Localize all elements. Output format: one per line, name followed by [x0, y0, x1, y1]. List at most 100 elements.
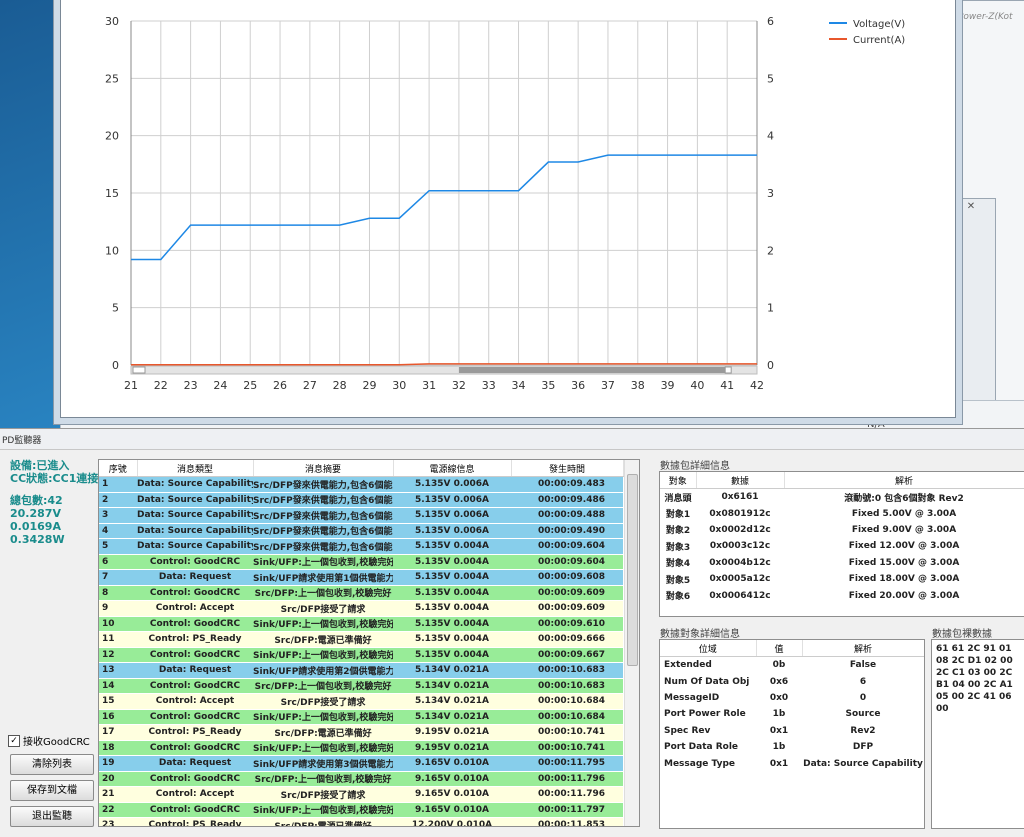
table-row[interactable]: 9 Control: Accept Src/DFP接受了請求 5.135V 0.004… — [99, 600, 623, 617]
object-field: MessageID — [664, 692, 720, 703]
row-power-info: 5.134V 0.021A — [393, 662, 511, 679]
object-parse: 0 — [859, 692, 867, 703]
row-message-type: Control: PS_Ready — [137, 817, 253, 826]
table-row[interactable]: 11 Control: PS_Ready Src/DFP:電源已準備好 5.135V … — [99, 631, 623, 648]
scrollbar-thumb[interactable] — [627, 474, 638, 666]
table-row[interactable]: 10 Control: GoodCRC Sink/UFP:上一個包收到,校驗完好 5.… — [99, 616, 623, 632]
exit-monitor-button[interactable]: 退出監聽 — [10, 806, 94, 827]
row-power-info: 5.135V 0.004A — [393, 554, 511, 570]
object-value: 0x1 — [769, 725, 789, 736]
x-tick-label: 26 — [273, 379, 287, 392]
table-row[interactable]: 23 Control: PS_Ready Src/DFP:電源已準備好 12.200V… — [99, 817, 623, 826]
table-row[interactable]: 14 Control: GoodCRC Src/DFP:上一個包收到,校驗完好 5.1… — [99, 678, 623, 694]
row-index: 14 — [99, 678, 137, 694]
cc-status: CC狀態:CC1連接 — [10, 472, 99, 485]
save-to-file-button[interactable]: 保存到文檔 — [10, 780, 94, 801]
packet-parse: Fixed 20.00V @ 3.00A — [848, 590, 960, 601]
table-row[interactable]: 16 Control: GoodCRC Sink/UFP:上一個包收到,校驗完好 5.… — [99, 709, 623, 725]
row-power-info: 5.134V 0.021A — [393, 709, 511, 725]
object-field: Port Power Role — [664, 709, 746, 720]
row-index: 13 — [99, 662, 137, 679]
object-field: Port Data Role — [664, 742, 739, 753]
column-header[interactable]: 消息類型 — [137, 460, 254, 477]
row-power-info: 5.134V 0.021A — [393, 693, 511, 710]
row-index: 9 — [99, 600, 137, 617]
table-row[interactable]: 21 Control: Accept Src/DFP接受了請求 9.165V 0.01… — [99, 786, 623, 803]
row-message-type: Control: GoodCRC — [137, 740, 253, 756]
row-message-type: Data: Source Capability — [137, 523, 253, 539]
table-row[interactable]: 2 Data: Source Capability Src/DFP發來供電能力,包含… — [99, 492, 623, 508]
table-row[interactable]: 12 Control: GoodCRC Sink/UFP:上一個包收到,校驗完好 5.… — [99, 647, 623, 663]
x-tick-label: 42 — [750, 379, 764, 392]
row-time: 00:00:10.684 — [511, 709, 623, 725]
y2-tick-label: 1 — [767, 302, 774, 315]
chart-scrollbar-thumb[interactable] — [458, 367, 728, 373]
table-row[interactable]: 1 Data: Source Capability Src/DFP發來供電能力,包含… — [99, 476, 623, 493]
row-time: 00:00:10.741 — [511, 740, 623, 756]
row-time: 00:00:09.483 — [511, 476, 623, 493]
column-header[interactable]: 消息摘要 — [253, 460, 394, 477]
table-row[interactable]: 8 Control: GoodCRC Src/DFP:上一個包收到,校驗完好 5.13… — [99, 585, 623, 601]
accept-goodcrc-checkbox[interactable]: ✓ 接收GoodCRC — [8, 733, 90, 748]
monitor-title: PD監聽器 — [2, 436, 42, 446]
table-row[interactable]: 4 Data: Source Capability Src/DFP發來供電能力,包含… — [99, 523, 623, 539]
row-message-summary: Src/DFP:電源已準備好 — [253, 631, 393, 648]
message-table: 序號 消息類型 消息摘要 電源線信息 發生時間 1 Data: Source Capabi… — [99, 460, 624, 826]
row-index: 8 — [99, 585, 137, 601]
table-row[interactable]: 20 Control: GoodCRC Src/DFP:上一個包收到,校驗完好 9.1… — [99, 771, 623, 787]
table-row[interactable]: 6 Control: GoodCRC Sink/UFP:上一個包收到,校驗完好 5.1… — [99, 554, 623, 570]
x-tick-label: 29 — [362, 379, 376, 392]
table-row[interactable]: 17 Control: PS_Ready Src/DFP:電源已準備好 9.195V … — [99, 724, 623, 741]
x-tick-label: 30 — [392, 379, 406, 392]
row-message-type: Data: Source Capability — [137, 507, 253, 524]
object-details-panel: 位域值解析 Extended 0b False Num Of Data Obj 0x6 6… — [659, 639, 925, 829]
x-tick-label: 27 — [303, 379, 317, 392]
object-parse: 6 — [859, 676, 867, 687]
row-message-summary: Src/DFP:上一個包收到,校驗完好 — [253, 678, 393, 694]
legend-label: Voltage(V) — [853, 19, 905, 30]
table-row[interactable]: 22 Control: GoodCRC Sink/UFP:上一個包收到,校驗完好 9.… — [99, 802, 623, 818]
chart-scrollbar-left-handle[interactable] — [132, 366, 146, 374]
object-value: 1b — [772, 742, 786, 753]
row-index: 23 — [99, 817, 137, 826]
table-row[interactable]: 18 Control: GoodCRC Sink/UFP:上一個包收到,校驗完好 9.… — [99, 740, 623, 756]
row-power-info: 5.135V 0.006A — [393, 523, 511, 539]
table-row[interactable]: 7 Data: Request Sink/UFP請求使用第1個供電能力 5.135V … — [99, 569, 623, 586]
checkbox-check-icon[interactable]: ✓ — [8, 734, 20, 747]
clear-list-button[interactable]: 清除列表 — [10, 754, 94, 775]
row-time: 00:00:11.795 — [511, 755, 623, 772]
row-power-info: 5.135V 0.004A — [393, 569, 511, 586]
packet-data: 0x0801912c — [709, 508, 771, 519]
voltage-readout: 20.287V — [10, 507, 61, 520]
packet-data: 0x0004b12c — [709, 557, 771, 568]
message-list-scrollbar[interactable] — [624, 460, 639, 826]
table-row[interactable]: 13 Data: Request Sink/UFP請求使用第2個供電能力 5.134V… — [99, 662, 623, 679]
column-header[interactable]: 電源線信息 — [393, 460, 512, 477]
row-power-info: 12.200V 0.010A — [393, 817, 511, 826]
row-message-summary: Sink/UFP:上一個包收到,校驗完好 — [253, 709, 393, 725]
table-row[interactable]: 5 Data: Source Capability Src/DFP發來供電能力,包含… — [99, 538, 623, 555]
row-power-info: 9.165V 0.010A — [393, 802, 511, 818]
row-index: 2 — [99, 492, 137, 508]
object-field: Extended — [664, 660, 712, 671]
close-icon[interactable]: ✕ — [963, 201, 979, 213]
table-row[interactable]: 19 Data: Request Sink/UFP請求使用第3個供電能力 9.165V… — [99, 755, 623, 772]
row-time: 00:00:09.666 — [511, 631, 623, 648]
column-header[interactable]: 發生時間 — [511, 460, 624, 477]
row-message-summary: Sink/UFP:上一個包收到,校驗完好 — [253, 554, 393, 570]
packet-data: 0x6161 — [721, 492, 759, 503]
table-row: 對象2 0x0002d12c Fixed 9.00V @ 3.00A — [660, 522, 1024, 538]
object-parse: Source — [845, 709, 881, 720]
row-message-summary: Src/DFP發來供電能力,包含6個能力 — [253, 492, 393, 508]
chart-scrollbar-right-handle[interactable] — [724, 366, 732, 374]
message-list[interactable]: 序號 消息類型 消息摘要 電源線信息 發生時間 1 Data: Source Capabi… — [98, 459, 640, 827]
row-power-info: 5.135V 0.004A — [393, 585, 511, 601]
row-power-info: 9.165V 0.010A — [393, 771, 511, 787]
column-header[interactable]: 序號 — [99, 460, 138, 477]
object-field: Spec Rev — [664, 725, 711, 736]
x-tick-label: 22 — [154, 379, 168, 392]
x-tick-label: 38 — [631, 379, 645, 392]
row-time: 00:00:09.667 — [511, 647, 623, 663]
table-row[interactable]: 15 Control: Accept Src/DFP接受了請求 5.134V 0.02… — [99, 693, 623, 710]
table-row[interactable]: 3 Data: Source Capability Src/DFP發來供電能力,包含… — [99, 507, 623, 524]
